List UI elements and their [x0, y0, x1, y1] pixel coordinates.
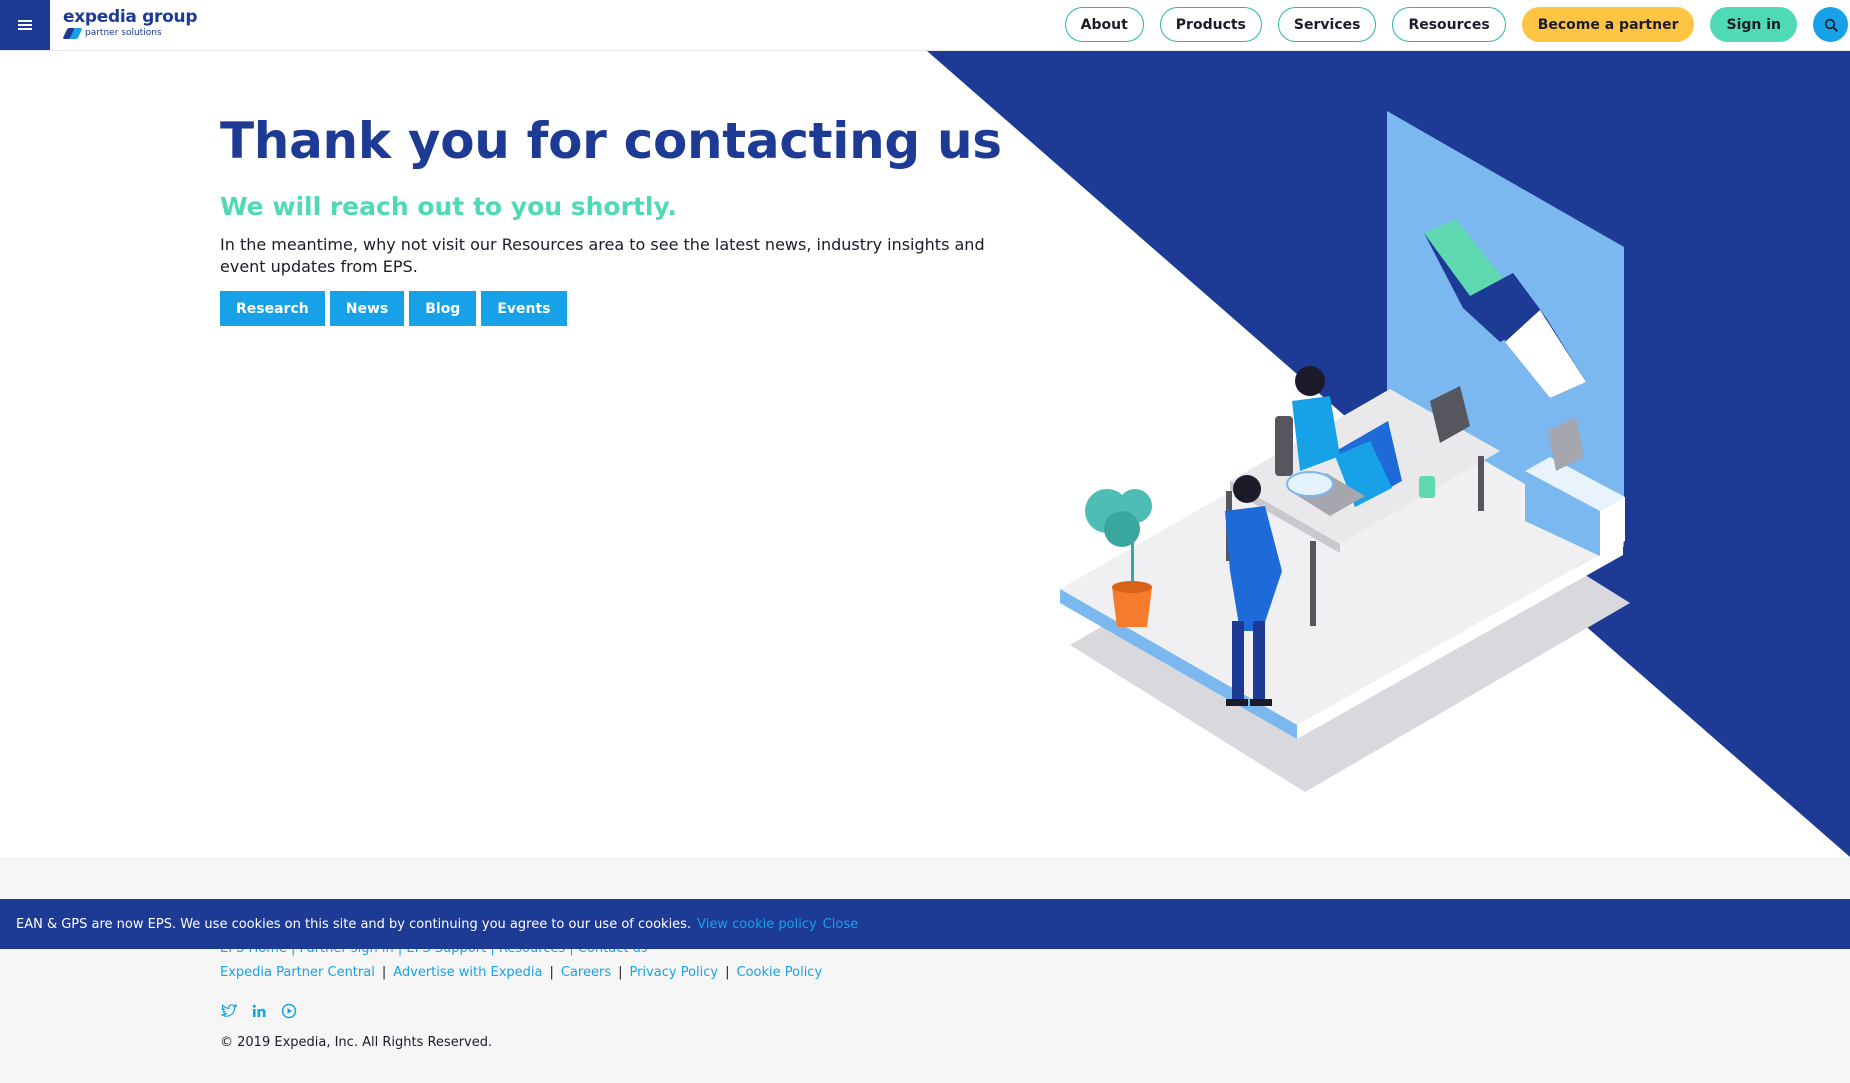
twitter-icon[interactable] [220, 1002, 238, 1020]
copyright-text: © 2019 Expedia, Inc. All Rights Reserved… [220, 1035, 493, 1050]
social-links [220, 1002, 310, 1020]
hero-description: In the meantime, why not visit our Resou… [220, 235, 985, 276]
footer-separator: | [725, 965, 730, 980]
expedia-group-logo[interactable]: expedia group partner solutions [62, 7, 198, 39]
cookie-message: EAN & GPS are now EPS. We use cookies on… [16, 916, 692, 932]
nav-services-button[interactable]: Services [1277, 7, 1377, 42]
footer-separator: | [549, 965, 554, 980]
pen-cup-shape [1419, 476, 1435, 498]
view-cookie-policy-link[interactable]: View cookie policy [697, 917, 817, 932]
footer-separator: | [618, 965, 623, 980]
footer-link-privacy[interactable]: Privacy Policy [630, 965, 719, 980]
sign-in-button[interactable]: Sign in [1710, 7, 1797, 42]
footer-link-cookie-policy[interactable]: Cookie Policy [737, 965, 823, 980]
hamburger-menu-button[interactable] [0, 0, 50, 50]
nav-resources-button[interactable]: Resources [1392, 7, 1506, 42]
main-nav: About Products Services Resources Become… [1064, 7, 1850, 42]
close-cookie-banner-link[interactable]: Close [823, 917, 858, 932]
become-partner-button[interactable]: Become a partner [1521, 7, 1695, 42]
events-button[interactable]: Events [481, 291, 567, 326]
research-button[interactable]: Research [220, 291, 325, 326]
nav-about-button[interactable]: About [1064, 7, 1144, 42]
nav-products-button[interactable]: Products [1159, 7, 1262, 42]
site-footer: EPS Home | Partner sign in | EPS Support… [0, 857, 1850, 1083]
footer-link-advertise[interactable]: Advertise with Expedia [393, 965, 542, 980]
plate-shape [1286, 471, 1334, 497]
page-title: Thank you for contacting us [220, 112, 1002, 170]
desk-leg-middle [1310, 541, 1316, 626]
resource-buttons: Research News Blog Events [220, 291, 1020, 326]
search-icon [1824, 18, 1838, 32]
hamburger-menu-icon [18, 20, 32, 30]
desk-leg-right [1478, 456, 1484, 511]
blog-button[interactable]: Blog [409, 291, 477, 326]
linkedin-icon[interactable] [250, 1002, 268, 1020]
logo-mark-icon [62, 28, 83, 39]
cookie-banner: EAN & GPS are now EPS. We use cookies on… [0, 899, 1850, 949]
site-header: expedia group partner solutions About Pr… [0, 0, 1850, 51]
footer-link-partner-central[interactable]: Expedia Partner Central [220, 965, 375, 980]
play-icon[interactable] [280, 1002, 298, 1020]
footer-links: Expedia Partner Central | Advertise with… [220, 965, 822, 980]
hero-section: Thank you for contacting us We will reac… [220, 110, 1020, 326]
search-button[interactable] [1813, 7, 1848, 42]
footer-separator: | [381, 965, 387, 980]
hero-subtitle: We will reach out to you shortly. [220, 192, 677, 221]
news-button[interactable]: News [329, 291, 405, 326]
footer-link-careers[interactable]: Careers [561, 965, 611, 980]
logo-brand-text: expedia group [63, 7, 198, 27]
logo-sub-text: partner solutions [85, 28, 162, 38]
